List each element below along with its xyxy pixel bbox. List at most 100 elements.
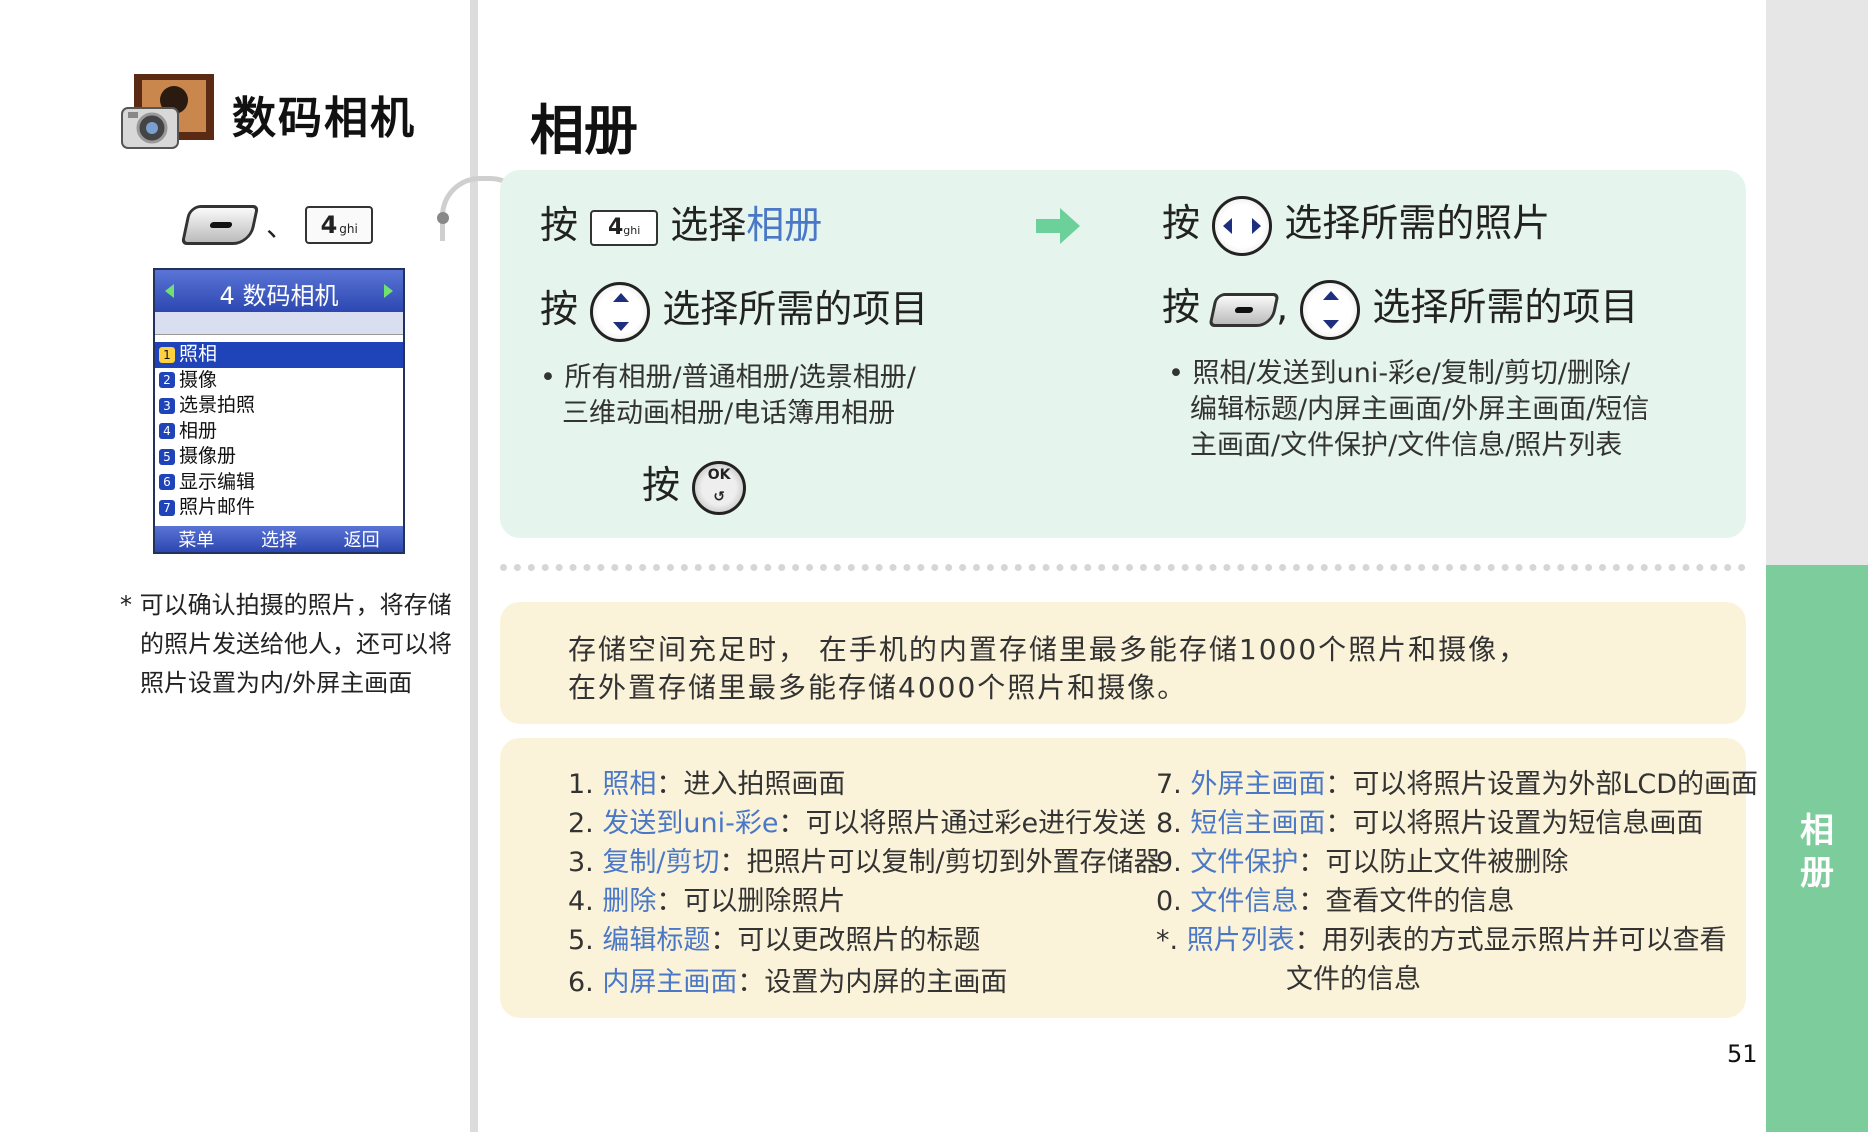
- step-3: 按 OK ↺: [642, 454, 747, 515]
- bullet-line: • 照相/发送到uni-彩e/复制/剪切/删除/: [1168, 358, 1631, 389]
- step-text: 选择所需的项目: [662, 287, 929, 331]
- screen-menu-item[interactable]: 5 摄像册: [155, 444, 403, 470]
- page-title: 相册: [530, 99, 638, 162]
- bullet-line: 三维动画相册/电话簿用相册: [562, 398, 896, 429]
- item-label: 摄像册: [179, 445, 237, 467]
- legend-item: 6. 内屏主画面：设置为内屏的主画面: [568, 960, 1007, 999]
- info-line: 在外置存储里最多能存储4000个照片和摄像。: [568, 671, 1188, 704]
- legend-sep: ：: [656, 886, 684, 917]
- item-number: 6: [159, 474, 175, 490]
- legend-item: 4. 删除：可以删除照片: [568, 879, 845, 918]
- connector-dot: [437, 212, 449, 224]
- screen-menu-item[interactable]: 6 显示编辑: [155, 470, 403, 496]
- side-tab-char: 相: [1800, 811, 1834, 851]
- item-number: 3: [159, 397, 175, 414]
- side-tab-label: 相 册: [1766, 810, 1868, 894]
- screen-title: 4 数码相机: [219, 282, 339, 310]
- bullet-text: 所有相册/普通相册/选景相册/: [564, 362, 916, 393]
- note-line: * 可以确认拍摄的照片，将存储: [120, 591, 452, 619]
- screen-menu-item[interactable]: 7 照片邮件: [155, 495, 403, 521]
- item-number: 7: [159, 499, 175, 516]
- nav-up-down-icon: [590, 281, 651, 342]
- legend-num: 5.: [568, 925, 594, 956]
- legend-desc: 把照片可以复制/剪切到外置存储器: [746, 847, 1161, 878]
- nav-up-down-icon: [1300, 279, 1361, 340]
- step-2: 按 选择所需的项目: [540, 278, 928, 342]
- step-5-bullet: • 照相/发送到uni-彩e/复制/剪切/删除/ 编辑标题/内屏主画面/外屏主画…: [1168, 356, 1649, 464]
- legend-item: *. 照片列表：用列表的方式显示照片并可以查看: [1156, 918, 1727, 957]
- arrow-right-icon: [384, 284, 393, 298]
- screen-title-bar: 4 数码相机: [155, 270, 403, 312]
- screen-menu-item[interactable]: 1 照相: [155, 342, 403, 368]
- step-text: 选择所需的项目: [1372, 285, 1639, 329]
- legend-sep: ：: [1298, 886, 1326, 917]
- legend-num: 7.: [1156, 769, 1182, 800]
- screen-menu-list: 1 照相 2 摄像 3 选景拍照 4 相册 5 摄像册 6 显示编辑 7 照片邮件: [155, 342, 403, 521]
- screen-menu-item[interactable]: 2 摄像: [155, 368, 403, 394]
- legend-desc: 可以将照片通过彩e进行发送: [805, 808, 1147, 839]
- screen-tab-strip: [155, 312, 403, 335]
- step-1: 按 4ghi 选择相册: [540, 194, 822, 249]
- right-margin-band: [1766, 0, 1868, 565]
- legend-sep: ：: [778, 808, 806, 839]
- number-key-4: 4ghi: [590, 209, 659, 246]
- legend-item: 0. 文件信息：查看文件的信息: [1156, 879, 1514, 918]
- item-label: 照片邮件: [179, 496, 256, 518]
- number-key-4: 4ghi: [305, 206, 374, 244]
- legend-sep: ：: [737, 967, 765, 998]
- key-number: 4: [607, 214, 624, 240]
- step-4: 按 选择所需的照片: [1162, 192, 1550, 256]
- key-number: 4: [320, 211, 338, 239]
- step-5: 按 , 选择所需的项目: [1162, 276, 1638, 340]
- legend-desc: 进入拍照画面: [683, 769, 846, 800]
- legend-term: 照相: [602, 769, 657, 800]
- key-sequence: 、 4 ghi: [180, 205, 374, 249]
- bullet-line: 编辑标题/内屏主画面/外屏主画面/短信: [1190, 394, 1650, 425]
- legend-num: 9.: [1156, 847, 1182, 878]
- step-2-bullet: • 所有相册/普通相册/选景相册/ 三维动画相册/电话簿用相册: [540, 360, 916, 432]
- legend-desc: 可以删除照片: [683, 886, 846, 917]
- legend-num: 4.: [568, 886, 594, 917]
- legend-sep: ：: [1325, 769, 1353, 800]
- dotted-divider: [500, 564, 1746, 571]
- legend-term: 发送到uni-彩e: [602, 808, 779, 839]
- section-header: 数码相机: [120, 68, 440, 158]
- press-text: 按: [1162, 285, 1201, 329]
- legend-term: 内屏主画面: [602, 967, 738, 998]
- screen-menu-item[interactable]: 3 选景拍照: [155, 393, 403, 419]
- legend-sep: ：: [1325, 808, 1353, 839]
- item-label: 显示编辑: [179, 470, 256, 493]
- side-tab[interactable]: 相 册: [1766, 565, 1868, 1132]
- vertical-divider: [470, 0, 478, 1132]
- legend-desc: 可以更改照片的标题: [737, 925, 981, 956]
- item-label: 相册: [179, 419, 218, 442]
- legend-term: 文件信息: [1190, 886, 1299, 917]
- comma: ,: [1276, 285, 1289, 329]
- bullet-line: 主画面/文件保护/文件信息/照片列表: [1190, 430, 1623, 461]
- info-panel: 存储空间充足时， 在手机的内置存储里最多能存储1000个照片和摄像， 在外置存储…: [500, 602, 1746, 724]
- legend-desc: 可以防止文件被删除: [1325, 847, 1569, 878]
- legend-term: 短信主画面: [1190, 808, 1326, 839]
- legend-num: 8.: [1156, 808, 1182, 839]
- legend-item: 5. 编辑标题：可以更改照片的标题: [568, 918, 980, 957]
- legend-item: 7. 外屏主画面：可以将照片设置为外部LCD的画面: [1156, 762, 1758, 801]
- press-text: 按: [540, 287, 579, 331]
- legend-sep: ：: [656, 769, 684, 800]
- softkey-back-label[interactable]: 返回: [344, 526, 380, 552]
- legend-term: 复制/剪切: [602, 847, 720, 878]
- legend-num: 6.: [568, 967, 594, 998]
- legend-sep: ：: [1294, 925, 1322, 956]
- item-number: 1: [159, 346, 175, 363]
- screen-menu-item[interactable]: 4 相册: [155, 419, 403, 445]
- key-letters: ghi: [623, 223, 641, 237]
- soft-key-icon: [180, 205, 260, 245]
- item-label: 照相: [179, 343, 218, 365]
- note-line: 照片设置为内/外屏主画面: [140, 669, 413, 697]
- legend-item: 9. 文件保护：可以防止文件被删除: [1156, 840, 1568, 879]
- key-letters: ghi: [339, 222, 358, 236]
- softkey-select-label[interactable]: 选择: [261, 526, 297, 552]
- softkey-menu-label[interactable]: 菜单: [178, 526, 214, 552]
- legend-item: 1. 照相：进入拍照画面: [568, 762, 845, 801]
- legend-term: 编辑标题: [602, 925, 711, 956]
- legend-num: 0.: [1156, 886, 1182, 917]
